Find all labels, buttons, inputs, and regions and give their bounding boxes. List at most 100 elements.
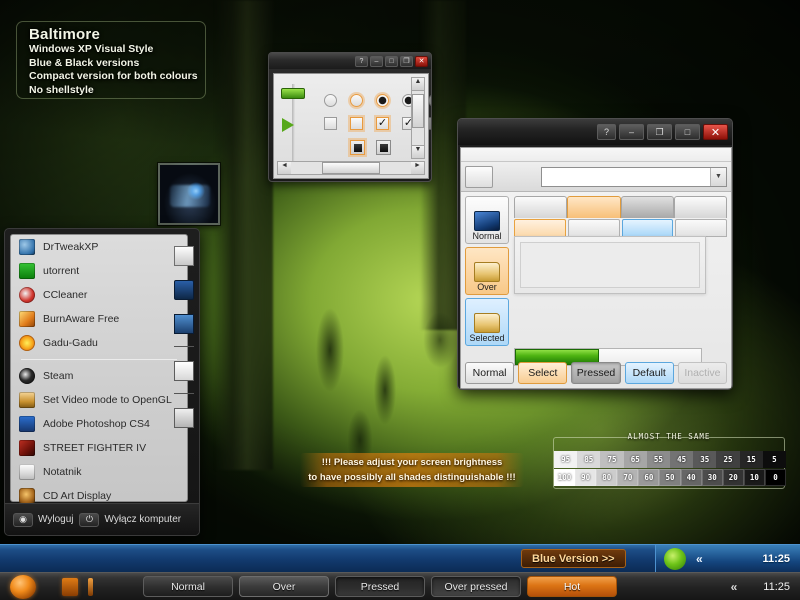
button-pressed[interactable]: Pressed (571, 362, 621, 384)
taskbar-blue-clock[interactable]: 11:25 (762, 553, 790, 565)
quick-launch-area (62, 577, 93, 596)
theme-preview-window[interactable]: ? – ❐ □ ✕ ▼ Normal Over Selected Normal … (457, 118, 733, 390)
menu-item-drtweakxp[interactable]: DrTweakXP (11, 235, 187, 259)
settings-icon[interactable] (174, 408, 194, 428)
task-button-pressed[interactable]: Pressed (335, 576, 425, 597)
small-window-titlebar[interactable]: ? – □ ❐ ✕ (269, 53, 431, 69)
menu-item-gadu-gadu[interactable]: Gadu-Gadu (11, 331, 187, 355)
checkbox-over[interactable] (350, 117, 363, 130)
street-fighter-icon (19, 440, 35, 456)
control-panel-icon[interactable] (174, 361, 194, 381)
logoff-icon: ◉ (13, 512, 33, 527)
icon-state-selected[interactable]: Selected (465, 298, 509, 346)
icon-state-normal[interactable]: Normal (465, 196, 509, 244)
radio-disabled (428, 94, 431, 107)
main-window-client: ▼ Normal Over Selected Normal Select Pre… (460, 147, 732, 389)
menu-item-photoshop[interactable]: Adobe Photoshop CS4 (11, 412, 187, 436)
task-button-over-pressed[interactable]: Over pressed (431, 576, 521, 597)
checkbox-off[interactable] (324, 117, 337, 130)
tab-inactive[interactable] (673, 196, 727, 218)
start-button[interactable] (2, 574, 44, 600)
scroll-left-icon[interactable]: ◄ (278, 162, 291, 174)
start-menu[interactable]: DrTweakXP utorrent CCleaner BurnAware Fr… (4, 228, 200, 536)
network-icon[interactable] (174, 314, 194, 334)
quicklaunch-icon-2[interactable] (88, 577, 93, 596)
subtab-selected[interactable] (621, 219, 674, 237)
tab-normal[interactable] (514, 196, 568, 218)
controls-preview-window[interactable]: ? – □ ❐ ✕ ✓ ✓ ▲ ▼ ◄ ► (268, 52, 432, 182)
shutdown-button[interactable]: ⏻ Wyłącz komputer (79, 512, 181, 527)
main-window-titlebar[interactable]: ? – ❐ □ ✕ (458, 119, 732, 145)
logoff-button[interactable]: ◉ Wyloguj (13, 512, 73, 527)
task-button-normal[interactable]: Normal (143, 576, 233, 597)
scroll-right-icon[interactable]: ► (411, 162, 424, 174)
restore-icon[interactable]: ❐ (647, 124, 672, 140)
grayscale-cell: 50 (659, 469, 681, 486)
horizontal-scrollbar[interactable]: ◄ ► (277, 161, 425, 175)
documents-icon[interactable] (174, 246, 194, 266)
grayscale-row-even: 100 90 80 70 60 50 40 30 20 10 0 (554, 469, 787, 486)
menu-item-burnaware[interactable]: BurnAware Free (11, 307, 187, 331)
slider-thumb-normal[interactable] (281, 88, 305, 99)
menu-item-opengl[interactable]: Set Video mode to OpenGL (11, 388, 187, 412)
subtab-inactive[interactable] (675, 219, 727, 237)
radio-off[interactable] (324, 94, 337, 107)
folder-icon (474, 262, 500, 282)
menu-item-ccleaner[interactable]: CCleaner (11, 283, 187, 307)
menu-item-steam[interactable]: Steam (11, 364, 187, 388)
taskbar-black-clock[interactable]: 11:25 (763, 581, 790, 593)
scroll-down-icon[interactable]: ▼ (412, 145, 424, 158)
button-normal[interactable]: Normal (465, 362, 515, 384)
radio-checked-over[interactable] (376, 94, 389, 107)
avatar-visor (170, 185, 210, 207)
user-avatar[interactable] (158, 163, 220, 225)
button-default[interactable]: Default (624, 362, 674, 384)
maximize-icon[interactable]: □ (675, 124, 700, 140)
vertical-scrollbar[interactable]: ▲ ▼ (411, 77, 425, 159)
checkbox-checked-over[interactable]: ✓ (376, 117, 389, 130)
combobox[interactable]: ▼ (541, 166, 727, 187)
help-icon[interactable]: ? (355, 55, 368, 67)
blue-version-button[interactable]: Blue Version >> (521, 549, 626, 568)
help-icon[interactable]: ? (597, 124, 616, 140)
chevron-down-icon[interactable]: ▼ (710, 167, 726, 186)
tab-pressed[interactable] (620, 196, 674, 218)
theme-title: Baltimore (29, 26, 100, 43)
brightness-notice-line-1: !!! Please adjust your screen brightness (321, 457, 503, 468)
tab-hot[interactable] (567, 196, 621, 218)
small-window-client: ✓ ✓ ▲ ▼ ◄ ► (273, 73, 431, 179)
tray-expand-chevron-icon[interactable]: « (696, 552, 703, 566)
slider-thumb-pointer[interactable] (282, 118, 294, 132)
close-icon[interactable]: ✕ (415, 55, 428, 67)
minimize-icon[interactable]: – (619, 124, 644, 140)
task-button-over[interactable]: Over (239, 576, 329, 597)
icon-state-label: Normal (472, 231, 502, 241)
green-tray-icon[interactable] (664, 548, 686, 570)
tray-expand-chevron-icon[interactable]: « (731, 580, 738, 594)
task-button-hot[interactable]: Hot (527, 576, 617, 597)
scroll-up-icon[interactable]: ▲ (412, 78, 424, 91)
toolbar-button[interactable] (465, 165, 493, 188)
icon-state-over[interactable]: Over (465, 247, 509, 295)
scrollbar-thumb[interactable] (322, 162, 380, 174)
subtab-normal[interactable] (567, 219, 620, 237)
radio-over[interactable] (350, 94, 363, 107)
menu-bar[interactable] (461, 148, 731, 162)
minimize-icon[interactable]: – (370, 55, 383, 67)
menu-item-utorrent[interactable]: utorrent (11, 259, 187, 283)
maximize-icon[interactable]: □ (385, 55, 398, 67)
close-icon[interactable]: ✕ (703, 124, 728, 140)
my-computer-icon[interactable] (174, 280, 194, 300)
restore-icon[interactable]: ❐ (400, 55, 413, 67)
quicklaunch-icon-1[interactable] (62, 577, 78, 596)
taskbar-black[interactable]: Normal Over Pressed Over pressed Hot « 1… (0, 572, 800, 600)
theme-line-4: No shellstyle (29, 83, 94, 96)
menu-item-street-fighter[interactable]: STREET FIGHTER IV (11, 436, 187, 460)
menu-item-notatnik[interactable]: Notatnik (11, 460, 187, 484)
square-button-pressed-over[interactable] (350, 140, 365, 155)
scrollbar-thumb[interactable] (412, 94, 424, 128)
taskbar-blue[interactable]: Blue Version >> « 11:25 (0, 544, 800, 573)
button-select[interactable]: Select (518, 362, 568, 384)
square-button-pressed[interactable] (376, 140, 391, 155)
subtab-hot[interactable] (514, 219, 566, 237)
